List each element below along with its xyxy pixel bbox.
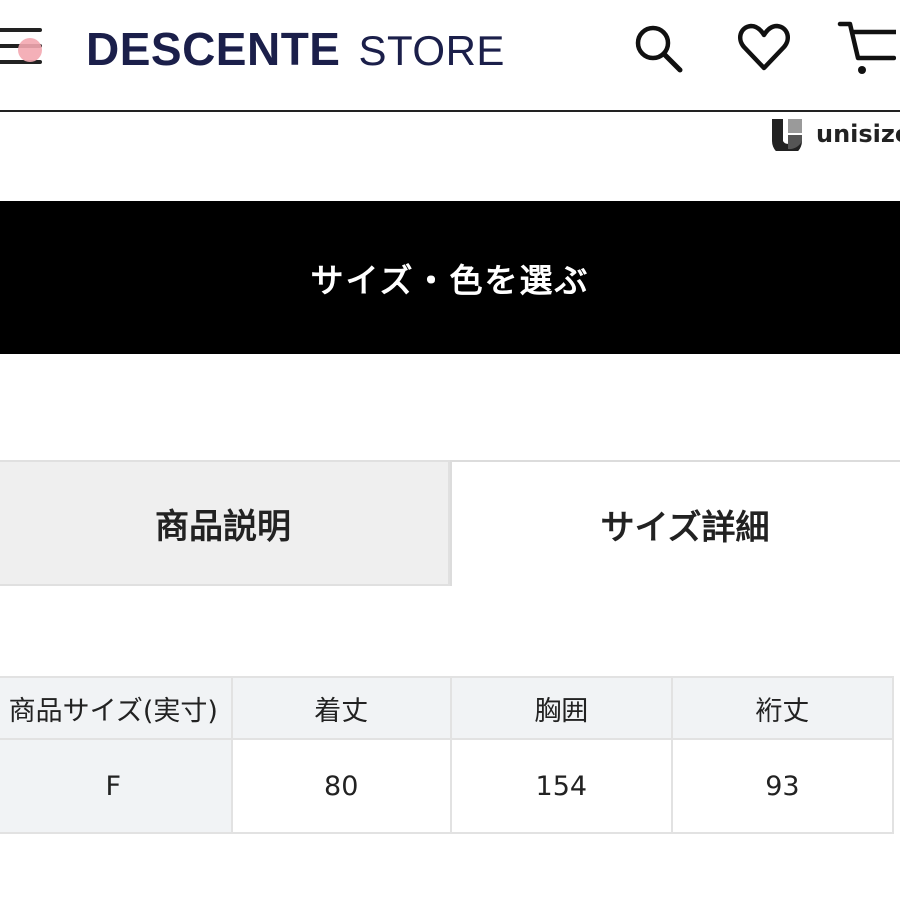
page: DESCENTE STORE unisiz サイズ・色を選ぶ 商品説明 サイズ詳…	[0, 0, 900, 900]
product-tabs: 商品説明 サイズ詳細	[0, 460, 900, 586]
select-size-color-button[interactable]: サイズ・色を選ぶ	[0, 201, 900, 354]
table-header-cell: 裄丈	[670, 676, 895, 740]
heart-icon[interactable]	[734, 18, 794, 78]
store-logo[interactable]: DESCENTE STORE	[86, 22, 505, 75]
logo-brand: DESCENTE	[86, 23, 341, 75]
table-cell: 93	[670, 738, 895, 834]
unisize-label: unisize	[816, 120, 900, 148]
size-table: 商品サイズ(実寸) 着丈 胸囲 裄丈 F 80 154 93	[0, 676, 895, 834]
table-cell: 80	[230, 738, 452, 834]
menu-icon-bar	[0, 28, 42, 32]
tab-size-details[interactable]: サイズ詳細	[450, 460, 900, 586]
notification-dot	[18, 38, 42, 62]
menu-button[interactable]	[0, 24, 44, 72]
site-header: DESCENTE STORE	[0, 0, 900, 112]
unisize-link[interactable]: unisize	[770, 116, 900, 152]
header-divider	[0, 110, 900, 112]
table-cell: 154	[449, 738, 673, 834]
table-row: F 80 154 93	[0, 738, 895, 834]
table-header-cell: 胸囲	[449, 676, 673, 740]
logo-store: STORE	[358, 27, 505, 74]
cart-icon[interactable]	[836, 18, 897, 78]
search-icon[interactable]	[628, 18, 688, 78]
unisize-logo-icon	[772, 119, 802, 151]
table-cell-size: F	[0, 738, 233, 834]
menu-icon-bar	[0, 60, 42, 64]
table-header-cell: 着丈	[230, 676, 452, 740]
tab-product-description[interactable]: 商品説明	[0, 460, 450, 586]
select-size-color-label: サイズ・色を選ぶ	[310, 260, 590, 300]
table-header-row: 商品サイズ(実寸) 着丈 胸囲 裄丈	[0, 676, 895, 740]
table-header-cell: 商品サイズ(実寸)	[0, 676, 233, 740]
